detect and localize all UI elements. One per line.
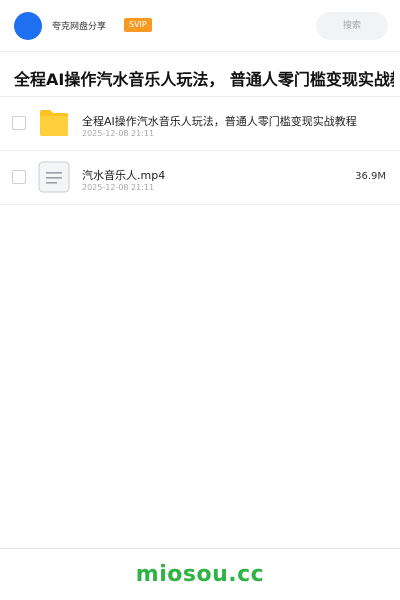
- svip-badge: SVIP: [124, 18, 152, 32]
- search-input[interactable]: [316, 12, 388, 40]
- document-icon: [38, 161, 70, 193]
- share-page: 夸克网盘分享 SVIP 全程AI操作汽水音乐人玩法， 普通人零门槛变现实战教程 …: [0, 0, 400, 600]
- file-date: 2025-12-08 21:11: [82, 183, 155, 192]
- footer-logo[interactable]: miosou.cc: [0, 562, 400, 587]
- list-item[interactable]: 汽水音乐人.mp4 2025-12-08 21:11 36.9M: [0, 151, 400, 205]
- file-name: 全程AI操作汽水音乐人玩法，普通人零门槛变现实战教程: [82, 115, 357, 128]
- brand-name: 夸克网盘分享: [52, 22, 107, 32]
- row-checkbox[interactable]: [12, 116, 26, 130]
- avatar[interactable]: [14, 12, 42, 40]
- file-date: 2025-12-08 21:11: [82, 129, 155, 138]
- file-size: 36.9M: [355, 171, 386, 182]
- folder-icon: [40, 110, 68, 136]
- footer-divider: [0, 548, 400, 549]
- header-bar: 夸克网盘分享 SVIP: [0, 0, 400, 52]
- list-item[interactable]: 全程AI操作汽水音乐人玩法，普通人零门槛变现实战教程 2025-12-08 21…: [0, 97, 400, 151]
- row-checkbox[interactable]: [12, 170, 26, 184]
- file-name: 汽水音乐人.mp4: [82, 169, 166, 182]
- page-title: 全程AI操作汽水音乐人玩法， 普通人零门槛变现实战教程: [14, 70, 394, 89]
